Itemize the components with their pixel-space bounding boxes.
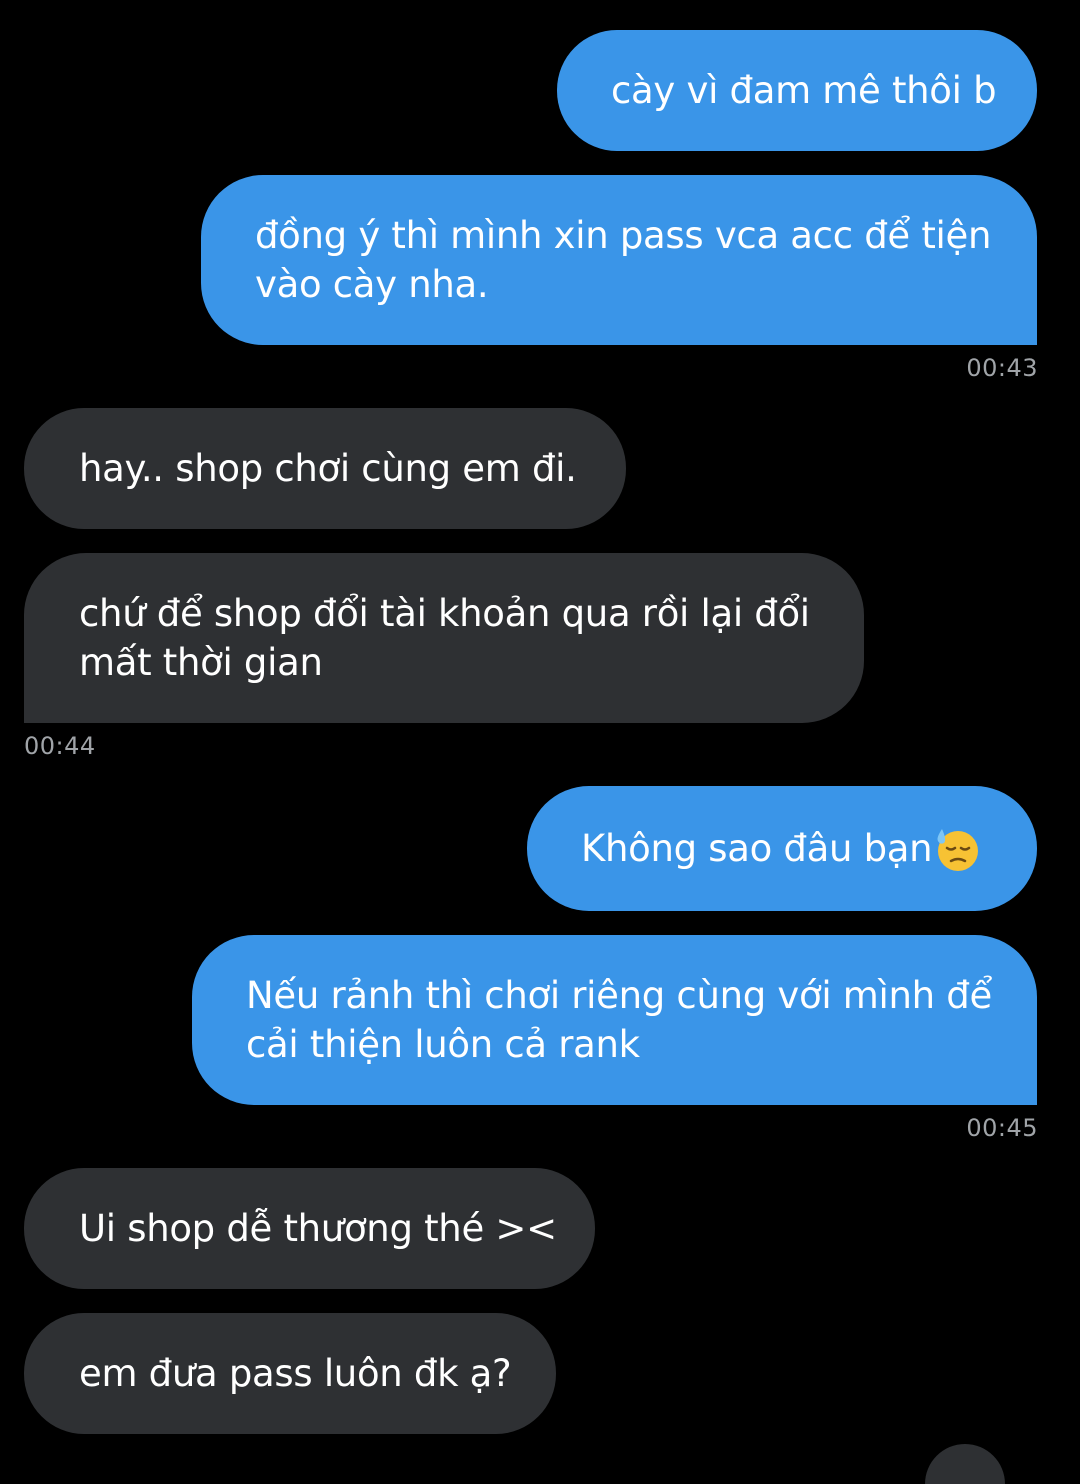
downcast-face-with-sweat-emoji [934, 826, 980, 872]
message-text: hay.. shop chơi cùng em đi. [79, 447, 577, 490]
message-timestamp: 00:45 [966, 1114, 1038, 1142]
message-timestamp: 00:43 [966, 354, 1038, 382]
message-line: mất thời gian [79, 641, 323, 684]
message-bubble-received[interactable]: Ui shop dễ thương thé >< [24, 1168, 595, 1289]
message-line: vào cày nha. [255, 263, 489, 306]
message-text: Ui shop dễ thương thé >< [79, 1207, 557, 1250]
message-text: Nếu rảnh thì chơi riêng cùng với mình để… [246, 971, 992, 1069]
message-line: cải thiện luôn cả rank [246, 1023, 640, 1066]
message-bubble-sent[interactable]: Nếu rảnh thì chơi riêng cùng với mình để… [192, 935, 1037, 1105]
message-line: chứ để shop đổi tài khoản qua rồi lại đổ… [79, 592, 810, 635]
chat-screen: { "messages": [ { "direction": "sent", "… [0, 0, 1080, 1484]
message-bubble-received[interactable]: hay.. shop chơi cùng em đi. [24, 408, 626, 529]
message-line: đồng ý thì mình xin pass vca acc để tiện [255, 214, 992, 257]
message-bubble-received[interactable]: em đưa pass luôn đk ạ? [24, 1313, 556, 1434]
message-text: em đưa pass luôn đk ạ? [79, 1352, 512, 1395]
message-timestamp: 00:44 [24, 732, 96, 760]
message-bubble-sent[interactable]: Không sao đâu bạn [527, 786, 1037, 911]
message-text: cày vì đam mê thôi b [611, 69, 997, 112]
message-bubble-sent[interactable]: đồng ý thì mình xin pass vca acc để tiện… [201, 175, 1037, 345]
message-text: chứ để shop đổi tài khoản qua rồi lại đổ… [79, 589, 810, 687]
message-text: đồng ý thì mình xin pass vca acc để tiện… [255, 211, 991, 309]
partial-message-bubble [925, 1444, 1005, 1484]
message-bubble-sent[interactable]: cày vì đam mê thôi b [557, 30, 1037, 151]
message-bubble-received[interactable]: chứ để shop đổi tài khoản qua rồi lại đổ… [24, 553, 864, 723]
message-text: Không sao đâu bạn [581, 827, 933, 870]
message-line: Nếu rảnh thì chơi riêng cùng với mình để [246, 974, 992, 1017]
